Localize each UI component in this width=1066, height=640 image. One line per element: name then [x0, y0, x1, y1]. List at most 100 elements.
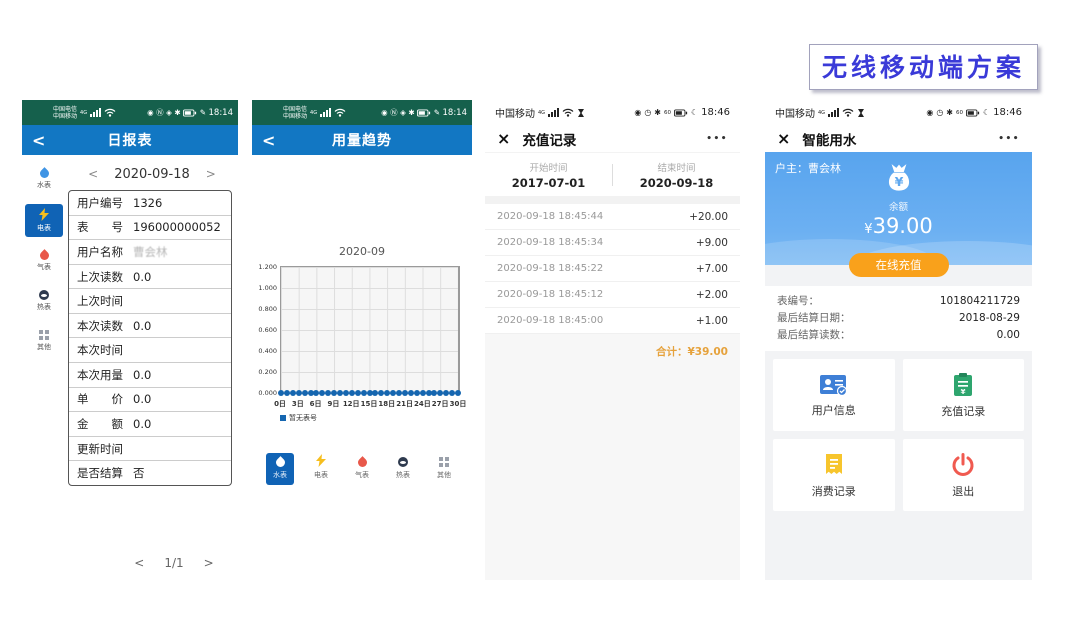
- recharge-records-icon: ¥: [951, 372, 975, 398]
- form-row: 用户名称 曹会林: [69, 240, 231, 265]
- prev-date-button[interactable]: <: [88, 167, 98, 181]
- signal-icon: [90, 108, 101, 117]
- y-tick-label: 1.000: [256, 284, 277, 292]
- recharge-record-list: 2020-09-18 18:45:44 +20.00 2020-09-18 18…: [485, 204, 740, 334]
- record-row[interactable]: 2020-09-18 18:45:44 +20.00: [485, 204, 740, 230]
- status-bar: 中国电信中国移动 4G ◉ Ⓝ ◈ ✱ ✎ 18:14: [22, 100, 238, 125]
- selected-date[interactable]: 2020-09-18: [114, 167, 190, 182]
- form-row: 表 号 196000000052: [69, 216, 231, 241]
- nfc-icon: Ⓝ: [156, 109, 164, 117]
- app-header: × 充值记录 •••: [485, 125, 740, 152]
- chart-legend: 暂无表号: [280, 413, 472, 423]
- y-tick-label: 0.000: [256, 389, 277, 397]
- back-button[interactable]: <: [32, 131, 52, 150]
- battery-level: 60: [956, 110, 963, 116]
- hourglass-icon: [577, 108, 585, 118]
- carrier-label: 中国电信中国移动: [53, 106, 77, 120]
- network-type-label: 4G: [818, 110, 825, 116]
- form-row: 本次用量 0.0: [69, 363, 231, 388]
- form-row: 金 额 0.0: [69, 412, 231, 437]
- clock-time: 18:14: [443, 108, 468, 118]
- user-info-icon: [819, 373, 849, 397]
- legend-label: 暂无表号: [289, 413, 317, 423]
- flame-icon: [38, 249, 51, 262]
- pagination: < 1/1 >: [110, 556, 238, 570]
- y-tick-label: 1.200: [256, 263, 277, 271]
- phone-screen-daily-report: 中国电信中国移动 4G ◉ Ⓝ ◈ ✱ ✎ 18:14 < 日报表: [22, 100, 238, 580]
- status-icons: ◉ Ⓝ ◈ ✱ ✎ 18:14: [381, 108, 467, 118]
- presentation-slide: 无线移动端方案 中国电信中国移动 4G ◉ Ⓝ ◈ ✱ ✎ 18:14 < 日报…: [0, 0, 1066, 640]
- eye-icon: ◉: [147, 109, 154, 117]
- water-drop-icon: [38, 167, 51, 180]
- record-row[interactable]: 2020-09-18 18:45:34 +9.00: [485, 230, 740, 256]
- more-menu-button[interactable]: •••: [998, 134, 1020, 144]
- form-row: 用户编号 1326: [69, 191, 231, 216]
- lightning-icon: [39, 208, 49, 221]
- sidebar-item-water[interactable]: 水表: [25, 165, 63, 194]
- pencil-icon: ✎: [200, 109, 206, 117]
- sidebar-item-electric[interactable]: 电表: [25, 204, 63, 237]
- sidebar-item-other[interactable]: 其他: [25, 326, 63, 356]
- alarm-icon: ◷: [936, 109, 943, 117]
- close-button[interactable]: ×: [777, 131, 790, 147]
- status-icons: ◉ ◷ ✱ 60 ☾ 18:46: [634, 107, 730, 118]
- sidebar-item-heat[interactable]: 热表: [25, 286, 63, 316]
- eye-icon: ◉: [926, 109, 933, 117]
- grid-icon: [39, 330, 49, 340]
- carrier-label: 中国电信中国移动: [283, 106, 307, 120]
- slide-title: 无线移动端方案: [809, 44, 1038, 90]
- phone-screen-recharge-records: 中国移动 4G ◉ ◷ ✱ 60 ☾ 18:46 × 充值记录 ••• 开始时间: [485, 100, 740, 580]
- user-info-button[interactable]: 用户信息: [773, 359, 895, 431]
- tab-other[interactable]: 其他: [430, 452, 458, 485]
- clock-time: 18:46: [993, 107, 1022, 118]
- date-navigator: < 2020-09-18 >: [66, 163, 238, 185]
- legend-swatch: [280, 415, 286, 421]
- prev-page-button[interactable]: <: [134, 556, 144, 570]
- meter-type-sidebar: 水表 电表 气表 热表 其他: [22, 155, 66, 580]
- end-date-picker[interactable]: 结束时间 2020-09-18: [613, 153, 740, 196]
- app-bar: < 用量趋势: [252, 125, 472, 155]
- consumption-records-button[interactable]: 消费记录: [773, 439, 895, 511]
- carrier-label: 中国移动: [495, 105, 535, 120]
- tab-electric[interactable]: 电表: [307, 449, 335, 485]
- more-menu-button[interactable]: •••: [706, 134, 728, 144]
- logout-button[interactable]: 退出: [903, 439, 1025, 511]
- eye-icon: ◉: [634, 109, 641, 117]
- meter-info-card: 表编号： 101804211729 最后结算日期： 2018-08-29 最后结…: [765, 286, 1032, 351]
- pencil-icon: ✎: [434, 109, 440, 117]
- back-button[interactable]: <: [262, 131, 282, 150]
- recharge-records-button[interactable]: ¥ 充值记录: [903, 359, 1025, 431]
- online-recharge-button[interactable]: 在线充值: [849, 253, 949, 277]
- tab-gas[interactable]: 气表: [348, 453, 376, 485]
- svg-text:¥: ¥: [894, 174, 903, 189]
- wifi-icon: [562, 108, 574, 117]
- record-row[interactable]: 2020-09-18 18:45:12 +2.00: [485, 282, 740, 308]
- y-tick-label: 0.800: [256, 305, 277, 313]
- hourglass-icon: [857, 108, 865, 118]
- next-page-button[interactable]: >: [204, 556, 214, 570]
- sidebar-item-gas[interactable]: 气表: [25, 247, 63, 276]
- carrier-label: 中国移动: [775, 105, 815, 120]
- signal-icon: [828, 108, 839, 117]
- form-row: 本次读数 0.0: [69, 314, 231, 339]
- heat-meter-icon: [398, 457, 408, 467]
- power-icon: [950, 452, 976, 478]
- svg-text:¥: ¥: [961, 388, 966, 396]
- wifi-icon: [334, 108, 346, 117]
- page-title: 充值记录: [522, 129, 576, 149]
- next-date-button[interactable]: >: [206, 167, 216, 181]
- tab-heat[interactable]: 热表: [389, 452, 417, 485]
- network-type-label: 4G: [310, 110, 317, 116]
- start-date-picker[interactable]: 开始时间 2017-07-01: [485, 153, 612, 196]
- close-button[interactable]: ×: [497, 131, 510, 147]
- signal-icon: [548, 108, 559, 117]
- info-row: 表编号： 101804211729: [777, 293, 1020, 310]
- record-row[interactable]: 2020-09-18 18:45:22 +7.00: [485, 256, 740, 282]
- record-row[interactable]: 2020-09-18 18:45:00 +1.00: [485, 308, 740, 334]
- chart-plot-area: [280, 266, 460, 394]
- shield-icon: ◈: [400, 109, 406, 117]
- tab-water[interactable]: 水表: [266, 453, 294, 485]
- balance-amount: ¥39.00: [864, 214, 932, 238]
- battery-icon: [966, 109, 980, 117]
- battery-icon: [417, 109, 431, 117]
